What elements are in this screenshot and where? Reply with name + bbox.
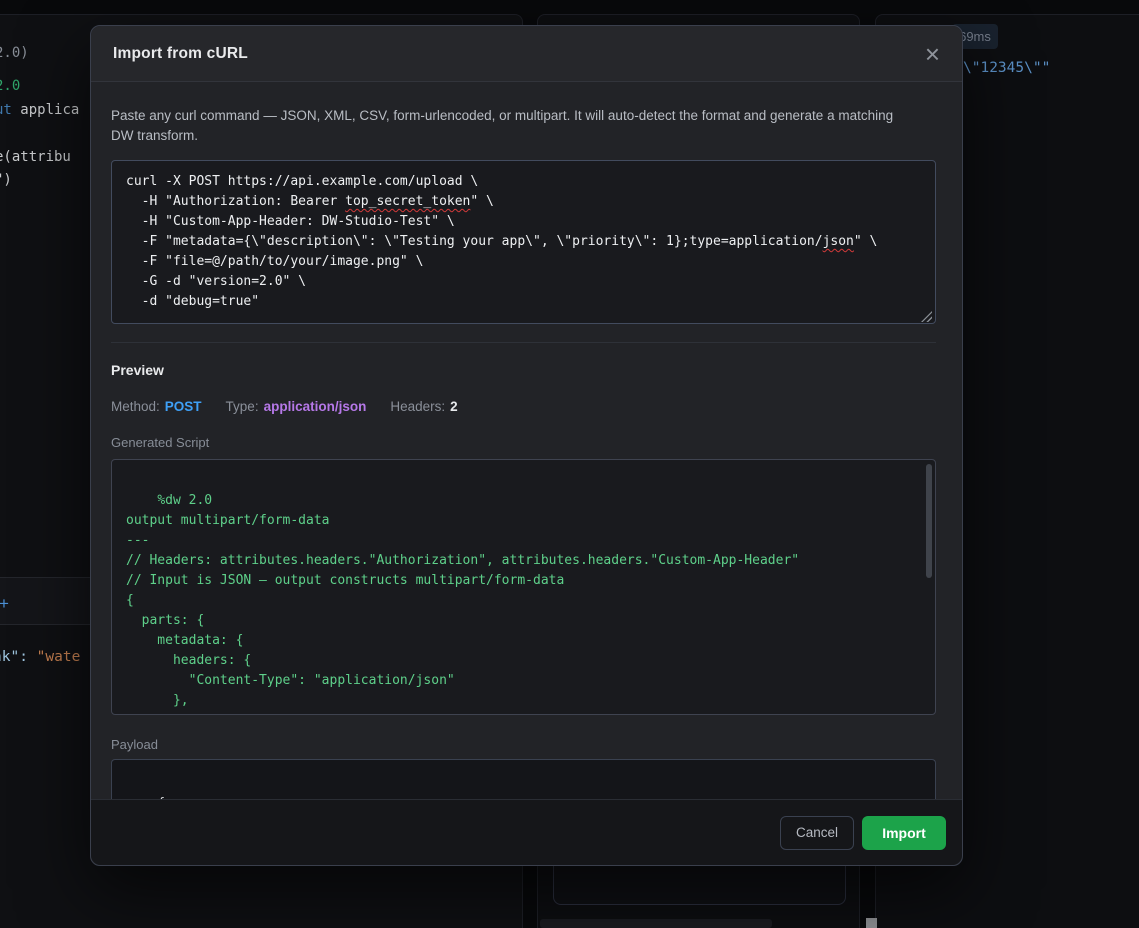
scrollbar-thumb[interactable]	[866, 918, 877, 928]
section-divider	[111, 342, 936, 343]
dialog-header: Import from cURL ×	[91, 26, 962, 82]
editor-line: e(attribu	[0, 149, 83, 173]
import-curl-dialog: Import from cURL × Paste any curl comman…	[90, 25, 963, 866]
editor-line: 2.0	[0, 78, 83, 102]
editor-line: ")	[0, 172, 83, 196]
middle-panel-bar	[540, 919, 772, 928]
editor-code-fragment: 2.0 ut applica e(attribu ")	[0, 78, 83, 196]
preview-meta-row: Method: POST Type: application/json Head…	[111, 399, 458, 414]
dialog-description: Paste any curl command — JSON, XML, CSV,…	[111, 106, 916, 146]
generated-script-label: Generated Script	[111, 435, 209, 450]
dialog-title: Import from cURL	[113, 45, 248, 63]
type-meta: Type: application/json	[226, 399, 367, 414]
curl-command-input[interactable]: curl -X POST https://api.example.com/upl…	[111, 160, 936, 324]
generated-script-text: %dw 2.0 output multipart/form-data --- /…	[126, 493, 799, 715]
scrollbar-thumb[interactable]	[926, 464, 932, 578]
headers-meta: Headers: 2	[390, 399, 457, 414]
dialog-footer: Cancel Import	[91, 799, 962, 865]
cancel-button[interactable]: Cancel	[780, 816, 854, 850]
payload-code[interactable]: {	[111, 759, 936, 801]
output-code-fragment: \"12345\""	[963, 60, 1050, 76]
method-value: POST	[165, 399, 202, 414]
editor-line	[0, 125, 83, 149]
generated-script-code[interactable]: %dw 2.0 output multipart/form-data --- /…	[111, 459, 936, 715]
editor-line: ut applica	[0, 102, 83, 126]
close-icon[interactable]: ×	[925, 41, 940, 67]
editor-header-fragment: 2.0)	[0, 45, 29, 61]
type-value: application/json	[264, 399, 367, 414]
method-meta: Method: POST	[111, 399, 202, 414]
method-label: Method:	[111, 399, 160, 414]
type-label: Type:	[226, 399, 259, 414]
json-input-fragment: nk": "wate	[0, 649, 80, 665]
add-input-button[interactable]: +	[0, 592, 15, 616]
import-button[interactable]: Import	[862, 816, 946, 850]
headers-value: 2	[450, 399, 458, 414]
execution-time-label: 69ms	[959, 29, 991, 44]
headers-label: Headers:	[390, 399, 445, 414]
preview-heading: Preview	[111, 362, 164, 378]
payload-label: Payload	[111, 737, 158, 752]
